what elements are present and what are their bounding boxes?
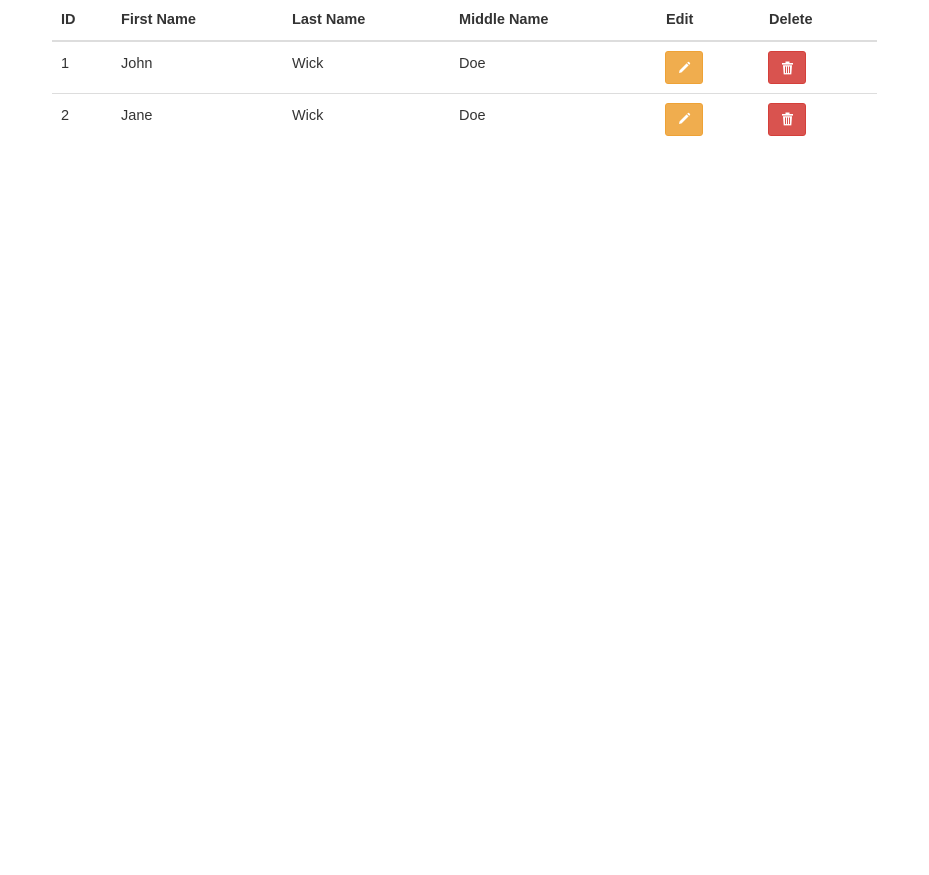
header-first-name: First Name — [112, 0, 283, 42]
header-middle-name: Middle Name — [450, 0, 657, 42]
cell-edit — [657, 41, 760, 93]
pencil-icon — [679, 112, 691, 124]
cell-last-name: Wick — [292, 56, 324, 72]
cell-last-name: Wick — [283, 92, 450, 145]
table-row: 1 John Wick Doe — [52, 41, 877, 93]
cell-first-name: Jane — [112, 92, 283, 145]
cell-delete — [760, 41, 877, 93]
cell-middle-name: Doe — [450, 92, 657, 145]
header-id: ID — [52, 0, 112, 42]
header-row: ID First Name Last Name Middle Name Edit… — [52, 0, 877, 42]
header-delete: Delete — [760, 0, 877, 42]
users-table: ID First Name Last Name Middle Name Edit… — [52, 0, 877, 145]
delete-button[interactable] — [768, 51, 806, 84]
cell-middle-name: Doe — [459, 56, 486, 72]
edit-button[interactable] — [665, 102, 703, 136]
cell-first-name: John — [121, 56, 153, 72]
trash-icon — [781, 112, 793, 126]
cell-id: 2 — [52, 92, 112, 145]
header-last-name: Last Name — [283, 0, 450, 42]
table-body: 1 John Wick Doe 2 Jane Wick Doe — [52, 41, 877, 145]
cell-edit — [657, 92, 760, 145]
table-header: ID First Name Last Name Middle Name Edit… — [52, 0, 877, 42]
delete-button[interactable] — [768, 102, 806, 136]
edit-button[interactable] — [665, 51, 703, 84]
trash-icon — [781, 61, 793, 74]
cell-id: 1 — [61, 56, 70, 72]
cell-delete — [760, 92, 877, 145]
table-row: 2 Jane Wick Doe — [52, 92, 877, 145]
header-edit: Edit — [657, 0, 760, 42]
pencil-icon — [679, 61, 691, 73]
users-table-container: ID First Name Last Name Middle Name Edit… — [52, 0, 877, 145]
